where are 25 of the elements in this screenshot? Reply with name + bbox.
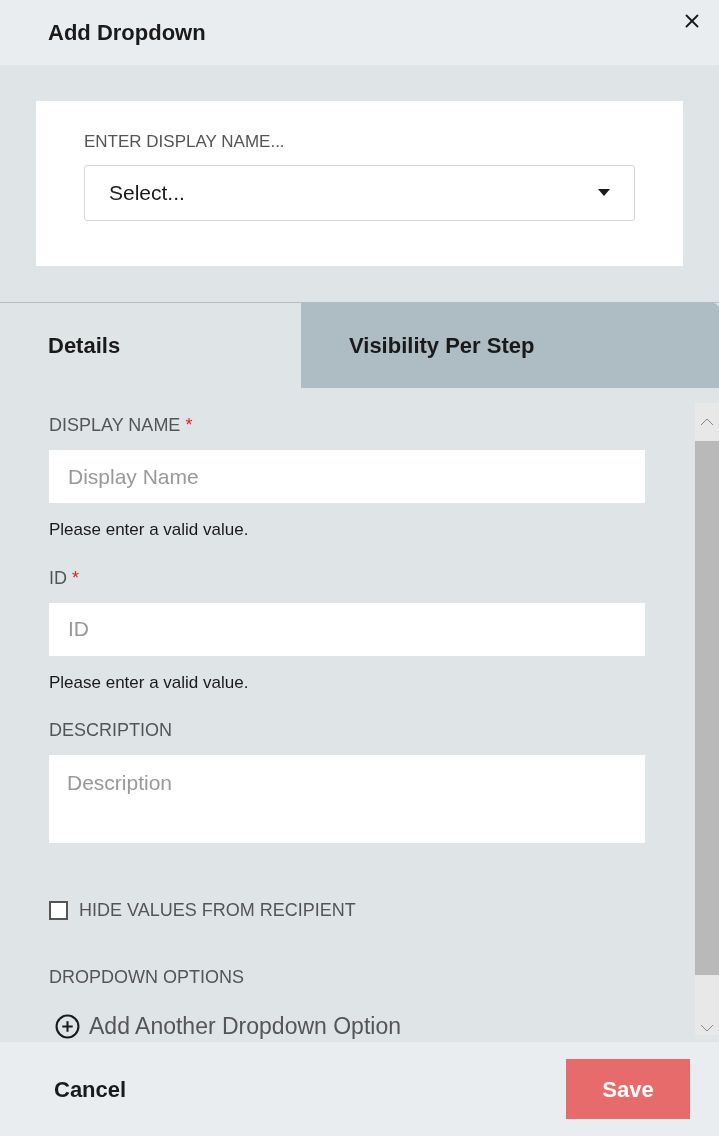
cancel-button[interactable]: Cancel [54,1072,127,1106]
error-message: Please enter a valid value. [49,519,250,541]
input-field[interactable]: Display Name [49,450,645,503]
description-field[interactable]: Description [49,755,645,843]
caret-icon [598,189,610,196]
section-label: DROPDOWN OPTIONS [49,966,245,989]
dialog-title: Add Dropdown [48,19,206,47]
chevron-down-icon [700,1024,714,1032]
required-mark: * [72,566,79,590]
error-message: Please enter a valid value. [49,671,250,694]
add-option-button[interactable]: Add Another Dropdown Option [55,1009,645,1044]
checkbox[interactable] [49,901,68,920]
chevron-up-icon [700,418,714,426]
required-mark: * [185,414,193,437]
select-dropdown[interactable]: Select... [84,164,635,221]
selector-label: ENTER DISPLAY NAME... [84,131,286,153]
checkbox-label: HIDE VALUES FROM RECIPIENT [79,899,356,922]
field-label: DISPLAY NAME [49,414,181,437]
tab[interactable]: Visibility Per Step [301,303,719,388]
field-label: ID [49,566,67,590]
plus-circle-icon [55,1013,80,1039]
scrollbar-thumb[interactable] [695,441,719,975]
input-field[interactable]: ID [49,602,645,656]
field-label: DESCRIPTION [49,719,172,742]
scrollbar[interactable] [695,403,719,1035]
